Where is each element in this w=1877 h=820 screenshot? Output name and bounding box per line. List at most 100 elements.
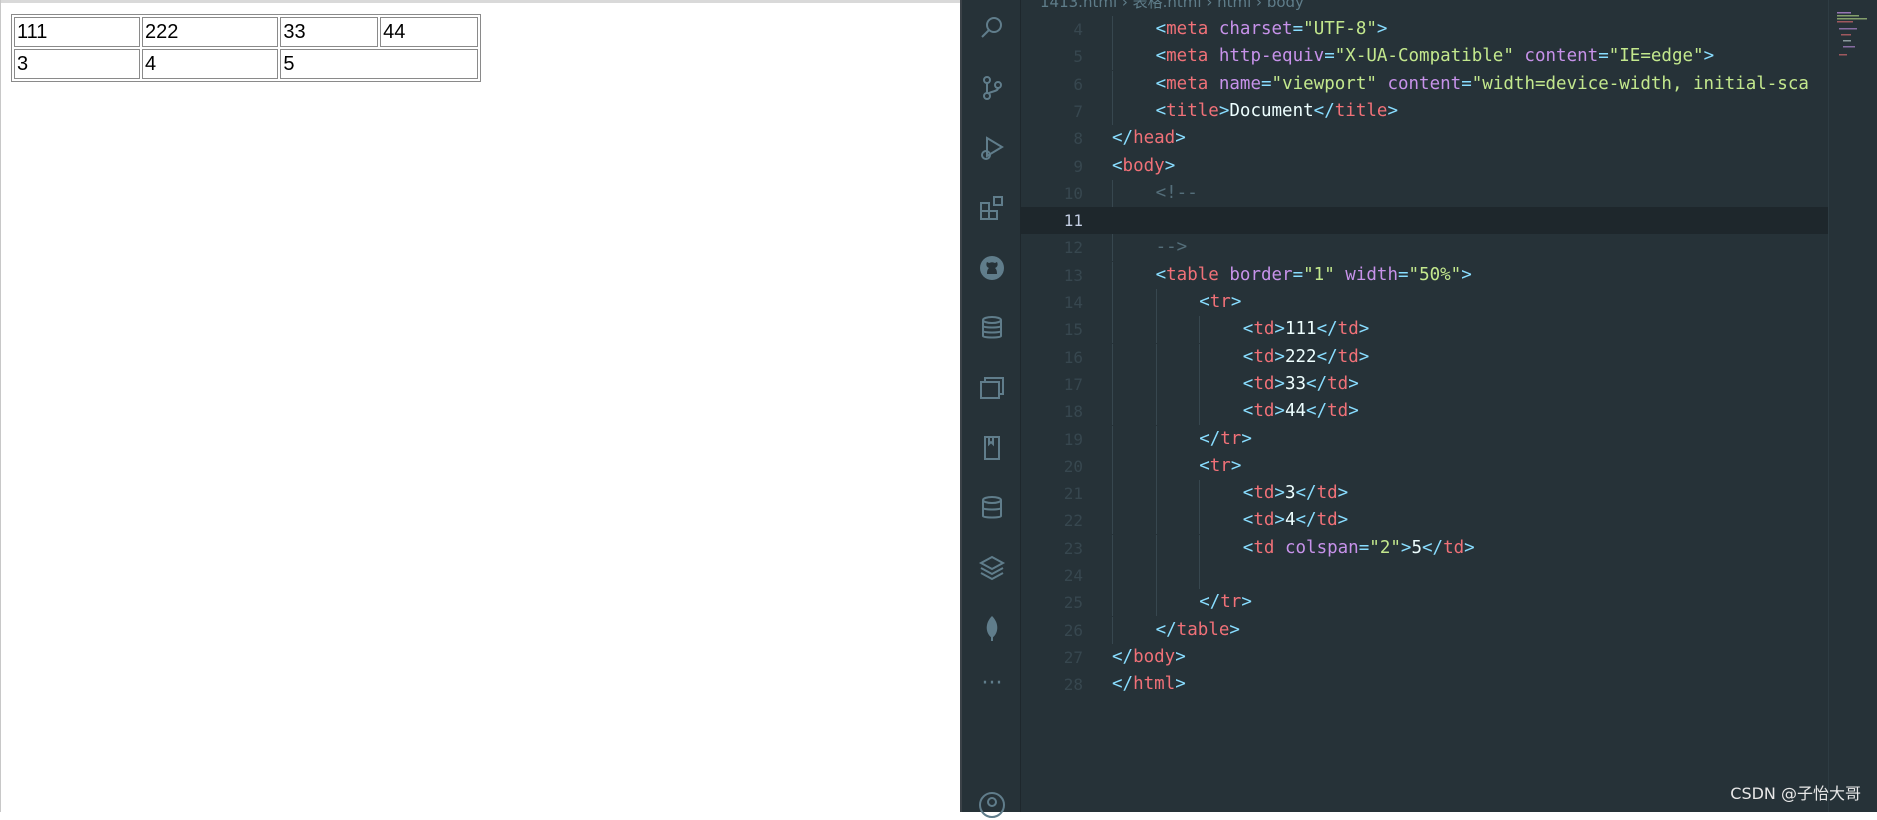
code-text: <td>111</td> [1243,316,1369,343]
code-line[interactable]: 18 <td>44</td> [1020,398,1828,426]
code-line[interactable]: 22 <td>4</td> [1020,507,1828,535]
indent-guide [1155,480,1157,508]
line-number: 8 [1073,129,1083,149]
line-number: 23 [1063,538,1083,558]
line-number: 16 [1063,347,1083,367]
indent-guide [1112,370,1113,398]
code-text: <td>4</td> [1243,507,1348,534]
code-line[interactable]: 20 <tr> [1020,452,1828,480]
search-icon[interactable] [977,13,1007,43]
extensions-icon[interactable] [977,193,1007,223]
code-text: <title>Document</title> [1156,98,1398,125]
code-line[interactable]: 5 <meta http-equiv="X-UA-Compatible" cont… [1020,43,1828,71]
indent-guide [1112,97,1113,125]
code-line[interactable]: 28 </html> [1020,671,1828,698]
database-icon[interactable] [977,313,1007,343]
code-token: < [1242,483,1254,504]
code-line[interactable]: 25 </tr> [1020,589,1828,617]
code-token: > [1703,46,1715,67]
code-line[interactable]: 7 <title>Document</title> [1020,97,1828,125]
code-line[interactable]: 8 </head> [1020,125,1828,152]
code-token: body [1122,155,1165,176]
bookmark-icon[interactable] [977,433,1007,463]
code-area[interactable]: 4 <meta charset="UTF-8"> 5 <meta http-equiv… [1020,0,1828,812]
code-token: td [1253,346,1275,367]
code-token: td [1253,483,1275,504]
minimap[interactable] [1835,10,1875,70]
code-text: <td colspan="2">5</td> [1243,535,1475,562]
code-line[interactable]: 17 <td>33</td> [1020,370,1828,398]
code-token: td [1337,319,1359,340]
source-control-icon[interactable] [977,73,1007,103]
code-token: > [1241,592,1252,613]
code-line[interactable]: 11 [1020,207,1828,235]
code-token: colspan [1284,537,1359,558]
code-line[interactable]: 19 </tr> [1020,425,1828,453]
leaf-icon[interactable] [977,613,1007,643]
code-line[interactable]: 9 <body> [1020,153,1828,180]
indent-guide [1112,562,1113,589]
code-line[interactable]: 23 <td colspan="2">5</td> [1020,534,1828,562]
code-line[interactable]: 4 <meta charset="UTF-8"> [1020,16,1828,43]
code-token: = [1358,537,1370,558]
code-token: td [1337,346,1359,367]
line-number: 19 [1063,429,1083,449]
indent-guide [1112,16,1113,43]
code-token: </ [1112,128,1134,149]
code-line[interactable]: 13 <table border="1" width="50%"> [1020,261,1828,289]
table-row: 111 222 33 44 [14,17,478,47]
browser-top-border [0,0,960,3]
code-text: </html> [1112,671,1186,698]
code-token: title [1166,100,1219,121]
layers-icon[interactable] [977,553,1007,583]
github-icon[interactable] [977,253,1007,283]
code-line[interactable]: 16 <td>222</td> [1020,343,1828,371]
code-token: name [1218,73,1261,94]
indent-guide [1155,425,1157,453]
code-token: http-equiv [1218,46,1325,67]
code-token: = [1397,264,1409,285]
run-debug-icon[interactable] [977,133,1007,163]
line-number: 4 [1073,20,1083,39]
line-number: 10 [1063,183,1083,203]
code-line[interactable]: 14 <tr> [1020,289,1828,316]
code-token: </ [1295,510,1317,531]
code-token: "width=device-width, initial-sca [1471,73,1809,94]
indent-guide [1199,343,1201,371]
code-line[interactable]: 21 <td>3</td> [1020,480,1828,508]
code-line[interactable]: 10 <!-- [1020,179,1828,207]
code-text: </tr> [1199,589,1252,616]
code-token: td [1253,373,1275,394]
code-token: < [1155,73,1167,94]
line-number: 6 [1073,74,1083,94]
code-line[interactable]: 6 <meta name="viewport" content="width=de… [1020,70,1828,98]
more-icon[interactable]: ··· [977,668,1007,698]
database-alt-icon[interactable] [977,493,1007,523]
code-line[interactable]: 12 --> [1020,234,1828,262]
code-token: td [1327,373,1349,394]
code-token: = [1292,264,1304,285]
code-token: td [1253,510,1275,531]
code-token: meta [1166,19,1209,39]
code-token: > [1230,455,1242,476]
code-token: </ [1112,674,1134,695]
code-token: < [1112,155,1123,176]
code-text: </table> [1156,617,1240,644]
code-token: "X-UA-Compatible" [1334,46,1514,67]
code-token: td [1327,401,1349,422]
code-line[interactable]: 24 [1020,562,1828,589]
windows-icon[interactable] [977,373,1007,403]
code-line[interactable]: 26 </table> [1020,616,1828,644]
account-icon[interactable] [977,790,1007,820]
code-token: = [1598,46,1609,67]
code-line[interactable]: 15 <td>111</td> [1020,316,1828,344]
indent-guide [1112,43,1113,71]
code-token: < [1242,373,1254,394]
code-token: title [1334,100,1388,121]
line-number: 20 [1063,456,1083,476]
code-token: < [1155,46,1167,67]
code-line[interactable]: 27 </body> [1020,644,1828,671]
code-token: > [1274,401,1285,422]
